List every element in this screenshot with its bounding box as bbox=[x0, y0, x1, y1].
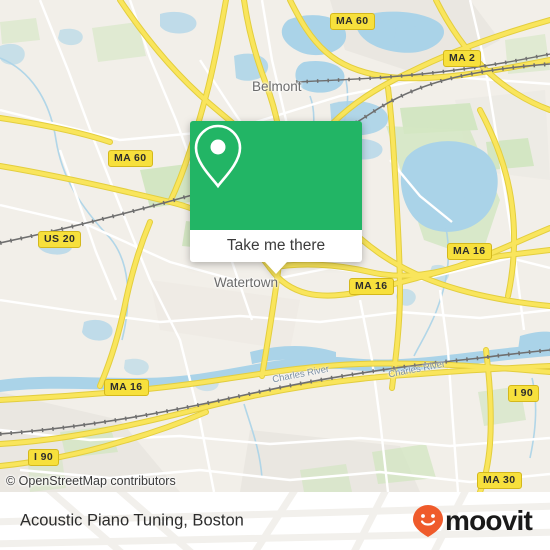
place-label-watertown: Watertown bbox=[214, 275, 279, 290]
callout-action-area[interactable]: Take me there bbox=[190, 230, 362, 262]
moovit-wordmark: moovit bbox=[445, 505, 533, 536]
osm-attribution[interactable]: © OpenStreetMap contributors bbox=[6, 474, 176, 488]
bottom-info-bar: Acoustic Piano Tuning, Boston moovit bbox=[0, 492, 550, 550]
road-shield-i90-east: I 90 bbox=[508, 385, 540, 402]
take-me-there-label: Take me there bbox=[226, 237, 326, 254]
moovit-brand[interactable]: moovit bbox=[412, 504, 533, 538]
destination-callout-card[interactable]: Take me there bbox=[190, 121, 362, 274]
road-shield-i90-west: I 90 bbox=[28, 449, 60, 466]
road-shield-ma16-center: MA 16 bbox=[349, 278, 394, 295]
place-label-belmont: Belmont bbox=[252, 79, 302, 94]
listing-title: Acoustic Piano Tuning, Boston bbox=[20, 511, 244, 530]
road-shield-ma16-east: MA 16 bbox=[447, 243, 492, 260]
screenshot-root: MA 60 MA 2 MA 60 US 20 MA 16 MA 16 MA 16… bbox=[0, 0, 550, 550]
callout-pointer bbox=[265, 262, 287, 274]
moovit-pin-smiley-icon bbox=[413, 505, 444, 537]
road-shield-ma60-west: MA 60 bbox=[108, 150, 153, 167]
road-shield-ma60-north: MA 60 bbox=[330, 13, 375, 30]
road-shield-us20: US 20 bbox=[38, 231, 82, 248]
road-shield-ma2: MA 2 bbox=[443, 50, 482, 67]
map-pin-icon bbox=[194, 124, 242, 189]
road-shield-ma16-west: MA 16 bbox=[104, 379, 149, 396]
map-canvas[interactable]: MA 60 MA 2 MA 60 US 20 MA 16 MA 16 MA 16… bbox=[0, 0, 550, 492]
callout-icon-area bbox=[190, 121, 362, 230]
road-shield-ma30: MA 30 bbox=[477, 472, 522, 489]
